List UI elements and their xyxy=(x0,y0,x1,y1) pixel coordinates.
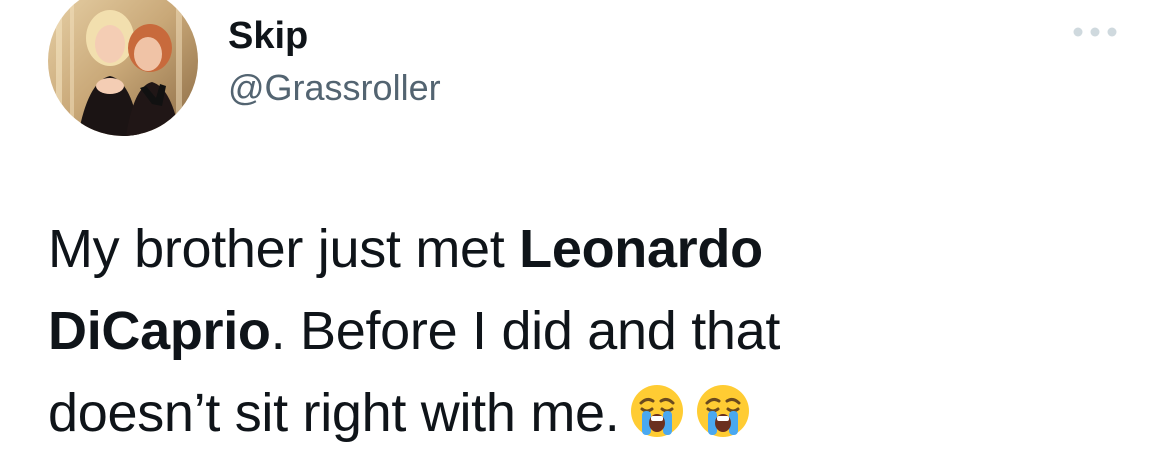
tweet-card: Skip @Grassroller My brother just met Le… xyxy=(0,0,1170,463)
tweet-text-part: doesn’t sit right with me. xyxy=(48,383,620,443)
user-handle[interactable]: @Grassroller xyxy=(228,66,441,110)
more-horizontal-icon[interactable] xyxy=(1070,18,1120,46)
tweet-text-part: . Before I did and that xyxy=(270,301,781,361)
tweet-text: My brother just met Leonardo DiCaprio. B… xyxy=(48,208,1128,454)
profile-photo-avatar xyxy=(48,0,198,136)
avatar[interactable] xyxy=(48,0,198,136)
loudly-crying-face-emoji xyxy=(695,383,751,439)
bold-name: DiCaprio xyxy=(48,301,271,361)
bold-name: Leonardo xyxy=(519,219,763,279)
tweet-text-part: My brother just met xyxy=(48,219,520,279)
loudly-crying-face-emoji xyxy=(629,383,685,439)
display-name[interactable]: Skip xyxy=(228,14,308,58)
